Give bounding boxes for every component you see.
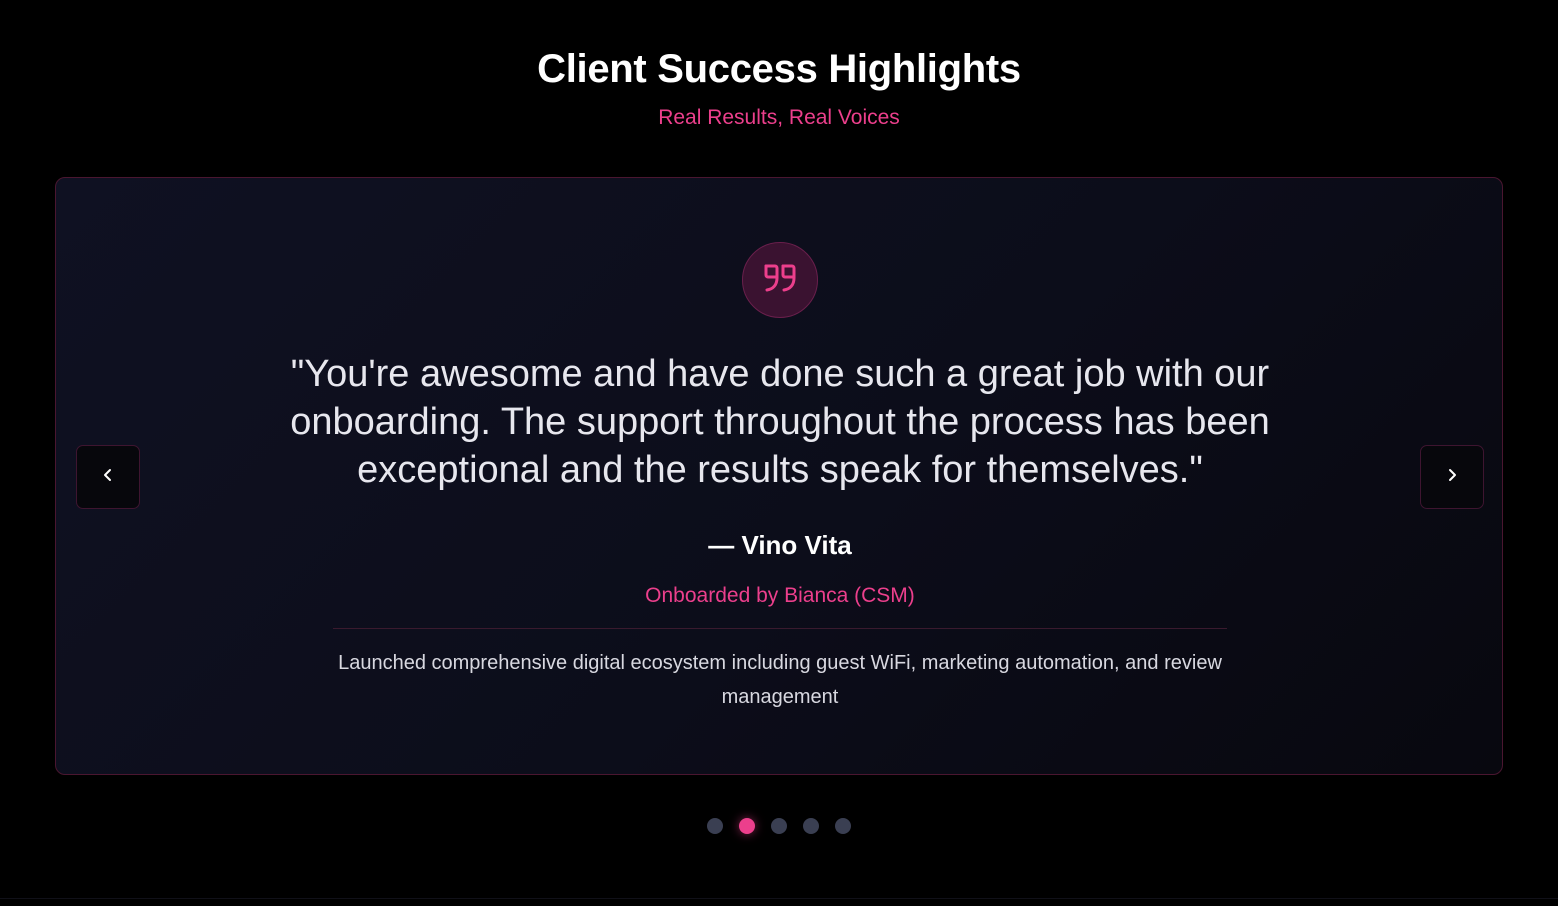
carousel-dot-3[interactable] (771, 818, 787, 834)
previous-slide-button[interactable] (76, 445, 140, 509)
section-bottom-border (0, 898, 1558, 899)
carousel-pagination (0, 818, 1558, 834)
testimonial-author: — Vino Vita (708, 530, 852, 560)
carousel-dot-1[interactable] (707, 818, 723, 834)
chevron-left-icon (101, 468, 115, 487)
quote-icon (760, 258, 800, 303)
testimonials-section: Client Success Highlights Real Results, … (0, 0, 1558, 906)
section-subtitle: Real Results, Real Voices (658, 106, 900, 129)
carousel-dot-5[interactable] (835, 818, 851, 834)
section-title: Client Success Highlights (537, 47, 1021, 91)
carousel-dot-4[interactable] (803, 818, 819, 834)
testimonial-card: "You're awesome and have done such a gre… (55, 177, 1503, 775)
quote-badge (742, 242, 818, 318)
chevron-right-icon (1445, 468, 1459, 487)
testimonial-quote: "You're awesome and have done such a gre… (290, 353, 1270, 491)
carousel-dot-2[interactable] (739, 818, 755, 834)
divider (333, 628, 1227, 629)
testimonial-onboarded-by: Onboarded by Bianca (CSM) (645, 584, 915, 607)
next-slide-button[interactable] (1420, 445, 1484, 509)
testimonial-result: Launched comprehensive digital ecosystem… (338, 652, 1222, 708)
